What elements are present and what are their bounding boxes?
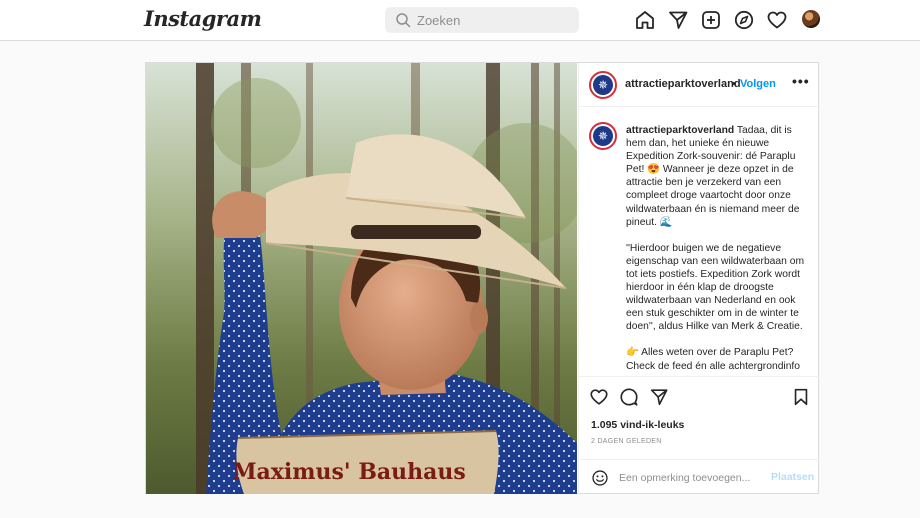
- post-image[interactable]: Maximus' Bauhaus: [146, 63, 577, 494]
- new-post-icon[interactable]: [700, 9, 722, 31]
- caption: attractieparktoverland Tadaa, dit is hem…: [626, 124, 812, 374]
- follow-button[interactable]: Volgen: [740, 78, 776, 90]
- post-photo: Maximus' Bauhaus: [146, 63, 577, 494]
- logo-icon: [593, 75, 613, 95]
- post-header: attractieparktoverland • Volgen •••: [579, 63, 820, 107]
- sign-text: Maximus' Bauhaus: [232, 459, 466, 485]
- post-sidebar: attractieparktoverland • Volgen ••• attr…: [578, 63, 820, 494]
- author-username[interactable]: attractieparktoverland: [625, 78, 741, 90]
- caption-username[interactable]: attractieparktoverland: [626, 125, 734, 136]
- search-input[interactable]: [417, 7, 572, 33]
- bookmark-icon[interactable]: [791, 387, 811, 407]
- home-icon[interactable]: [634, 9, 656, 31]
- top-navigation-bar: Instagram: [0, 0, 920, 41]
- share-icon[interactable]: [649, 387, 669, 407]
- instagram-logo[interactable]: Instagram: [144, 6, 262, 31]
- author-avatar[interactable]: [589, 71, 617, 99]
- comment-icon[interactable]: [619, 387, 639, 407]
- direct-icon[interactable]: [667, 9, 689, 31]
- comment-input[interactable]: [619, 468, 759, 488]
- post-comment-button[interactable]: Plaatsen: [771, 471, 814, 483]
- caption-scroll-area[interactable]: attractieparktoverland Tadaa, dit is hem…: [579, 108, 820, 374]
- caption-author-avatar[interactable]: [589, 122, 617, 150]
- caption-text: Tadaa, dit is hem dan, het unieke én nie…: [626, 125, 800, 228]
- comment-bar: Plaatsen: [579, 459, 820, 495]
- profile-avatar[interactable]: [802, 10, 820, 28]
- activity-icon[interactable]: [766, 9, 788, 31]
- post-date[interactable]: 2 DAGEN GELEDEN: [591, 438, 662, 445]
- separator-dot: •: [732, 78, 736, 90]
- caption-paragraph-3: 👉 Alles weten over de Paraplu Pet? Check…: [626, 347, 801, 374]
- caption-paragraph-1: attractieparktoverland Tadaa, dit is hem…: [626, 124, 812, 229]
- post-actions: 1.095 vind-ik-leuks 2 DAGEN GELEDEN Plaa…: [579, 376, 820, 494]
- caption-paragraph-2: ''Hierdoor buigen we de negatieve eigens…: [626, 242, 805, 333]
- post-card: Maximus' Bauhaus attractieparktoverland …: [145, 62, 820, 494]
- search-icon: [396, 13, 411, 28]
- like-icon[interactable]: [589, 387, 609, 407]
- explore-icon[interactable]: [733, 9, 755, 31]
- emoji-icon[interactable]: [591, 469, 609, 487]
- search-box[interactable]: [385, 7, 579, 33]
- more-options-icon[interactable]: •••: [792, 73, 810, 89]
- logo-icon: [593, 126, 613, 146]
- like-count[interactable]: 1.095 vind-ik-leuks: [591, 419, 684, 431]
